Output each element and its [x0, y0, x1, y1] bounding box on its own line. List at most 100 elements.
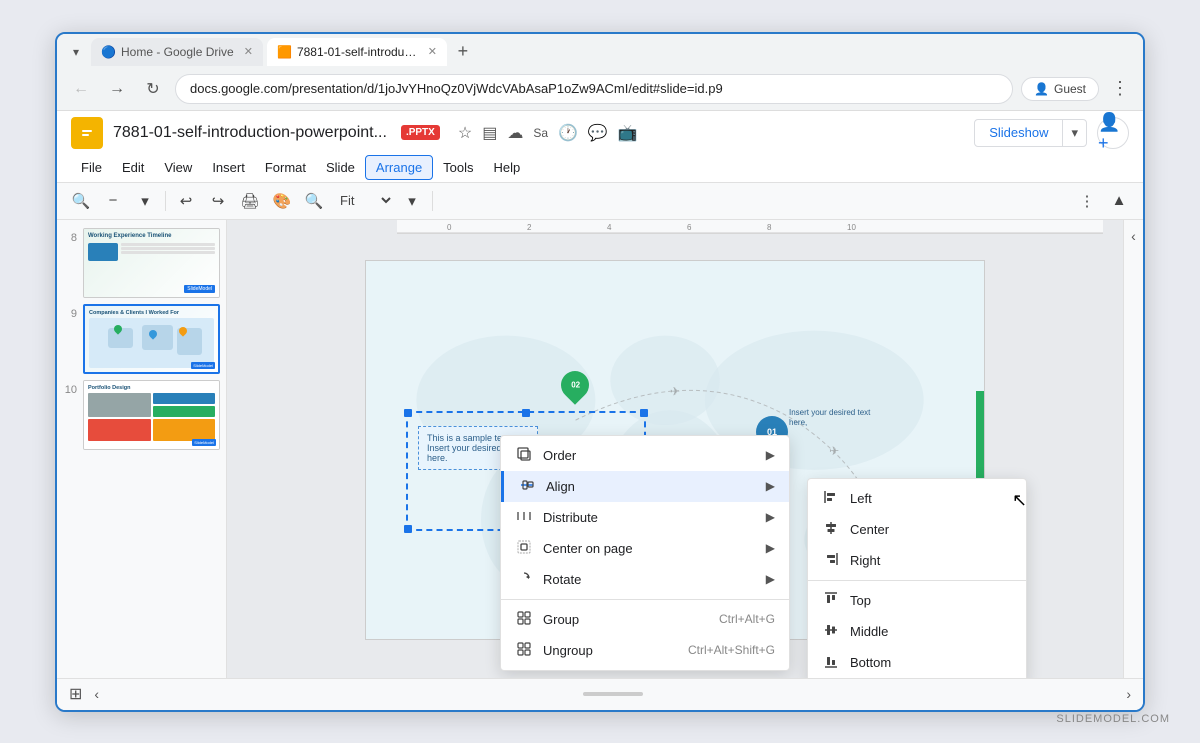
- menu-tools[interactable]: Tools: [433, 156, 483, 179]
- tab-drive-close-icon[interactable]: ✕: [244, 45, 253, 58]
- slide-thumb-9[interactable]: 9 Companies & Clients I Worked For: [63, 304, 220, 374]
- zoom-select[interactable]: Fit 50% 75% 100%: [332, 190, 394, 211]
- slides-favicon-icon: 🟧: [277, 45, 291, 59]
- align-right-label: Right: [850, 553, 1012, 568]
- zoom-fit-caret[interactable]: ▾: [398, 187, 426, 215]
- grid-view-button[interactable]: ⊞: [69, 684, 82, 704]
- order-arrow-icon: ▶: [766, 448, 775, 462]
- menu-item-center-on-page[interactable]: Center on page ▶: [501, 533, 789, 564]
- menu-help[interactable]: Help: [484, 156, 531, 179]
- align-arrow-icon: ▶: [766, 479, 775, 493]
- menu-format[interactable]: Format: [255, 156, 316, 179]
- pptx-badge: .PPTX: [401, 125, 440, 140]
- align-label: Align: [546, 479, 756, 494]
- guest-icon: 👤: [1034, 82, 1049, 96]
- align-center-label: Center: [850, 522, 1012, 537]
- align-bottom-item[interactable]: Bottom: [808, 647, 1026, 678]
- expand-panel-button[interactable]: ›: [1126, 686, 1131, 702]
- menu-item-rotate[interactable]: Rotate ▶: [501, 564, 789, 595]
- forward-button[interactable]: →: [103, 75, 131, 103]
- menu-item-group[interactable]: Group Ctrl+Alt+G: [501, 604, 789, 635]
- star-icon[interactable]: ☆: [458, 123, 472, 143]
- align-left-item[interactable]: Left: [808, 483, 1026, 514]
- svg-text:0: 0: [447, 223, 452, 232]
- address-input[interactable]: [175, 74, 1013, 104]
- slides-app-icon: [71, 117, 103, 149]
- drive-icon[interactable]: ▤: [482, 123, 497, 143]
- ungroup-shortcut: Ctrl+Alt+Shift+G: [688, 643, 775, 657]
- slide-num-8: 8: [63, 232, 77, 244]
- center-on-page-icon: [515, 540, 533, 557]
- group-label: Group: [543, 612, 709, 627]
- tab-dropdown[interactable]: ▾: [65, 41, 87, 63]
- chrome-more-button[interactable]: ⋮: [1107, 74, 1133, 103]
- slide-img-10[interactable]: Portfolio Design SlideModel: [83, 380, 220, 450]
- refresh-button[interactable]: ↻: [139, 75, 167, 103]
- print-button[interactable]: 🖨: [236, 187, 264, 215]
- menu-item-ungroup[interactable]: Ungroup Ctrl+Alt+Shift+G: [501, 635, 789, 666]
- menu-slide[interactable]: Slide: [316, 156, 365, 179]
- menu-edit[interactable]: Edit: [112, 156, 154, 179]
- slide-panel: 8 Working Experience Timeline Slid: [57, 220, 227, 678]
- slideshow-caret-icon[interactable]: ▾: [1062, 120, 1086, 146]
- menu-item-align[interactable]: Align ▶: [501, 471, 789, 502]
- guest-label: Guest: [1054, 82, 1086, 96]
- group-shortcut: Ctrl+Alt+G: [719, 612, 775, 626]
- tab-slides[interactable]: 🟧 7881-01-self-introduction-pow... ✕: [267, 38, 447, 66]
- comment-icon[interactable]: 💬: [588, 123, 608, 143]
- ungroup-icon: [515, 642, 533, 659]
- collapse-panel-button[interactable]: ‹: [94, 686, 99, 702]
- menu-file[interactable]: File: [71, 156, 112, 179]
- redo-button[interactable]: ↪: [204, 187, 232, 215]
- slide-img-8[interactable]: Working Experience Timeline SlideModel: [83, 228, 220, 298]
- align-top-icon: [822, 592, 840, 609]
- align-submenu: Left Center Right: [807, 478, 1027, 678]
- search-toolbar-button[interactable]: 🔍: [67, 187, 95, 215]
- align-middle-item[interactable]: Middle: [808, 616, 1026, 647]
- rotate-icon: [515, 571, 533, 588]
- group-icon: [515, 611, 533, 628]
- slideshow-button[interactable]: Slideshow ▾: [974, 119, 1087, 147]
- collapse-toolbar-button[interactable]: ▲: [1105, 187, 1133, 215]
- order-icon: [515, 447, 533, 464]
- new-tab-button[interactable]: +: [451, 40, 475, 64]
- save-status: Sa: [533, 126, 548, 140]
- svg-text:10: 10: [847, 223, 856, 232]
- rotate-arrow-icon: ▶: [766, 572, 775, 586]
- align-center-item[interactable]: Center: [808, 514, 1026, 545]
- bottom-bar: ⊞ ‹ ›: [57, 678, 1143, 710]
- menu-item-order[interactable]: Order ▶: [501, 440, 789, 471]
- align-right-item[interactable]: Right: [808, 545, 1026, 576]
- slide-num-9: 9: [63, 308, 77, 320]
- more-options-button[interactable]: ⋮: [1073, 187, 1101, 215]
- paint-format-button[interactable]: 🎨: [268, 187, 296, 215]
- slide-img-9[interactable]: Companies & Clients I Worked For: [83, 304, 220, 374]
- text-box-2[interactable]: Insert your desired text here,: [781, 401, 891, 433]
- align-icon: [518, 478, 536, 495]
- text-box-2-content: Insert your desired text here,: [789, 408, 870, 427]
- align-top-item[interactable]: Top: [808, 585, 1026, 616]
- align-middle-icon: [822, 623, 840, 640]
- menu-item-distribute[interactable]: Distribute ▶: [501, 502, 789, 533]
- distribute-label: Distribute: [543, 510, 756, 525]
- slide-thumb-8[interactable]: 8 Working Experience Timeline Slid: [63, 228, 220, 298]
- menu-view[interactable]: View: [154, 156, 202, 179]
- history-icon[interactable]: 🕐: [558, 123, 578, 143]
- slide-num-10: 10: [63, 384, 77, 396]
- undo-button[interactable]: ↩: [172, 187, 200, 215]
- present-icon[interactable]: 📺: [618, 123, 638, 143]
- menu-insert[interactable]: Insert: [202, 156, 255, 179]
- tab-slides-close-icon[interactable]: ✕: [428, 45, 437, 58]
- zoom-fit-button[interactable]: 🔍: [300, 187, 328, 215]
- zoom-out-button[interactable]: −: [99, 187, 127, 215]
- menu-arrange[interactable]: Arrange: [365, 155, 433, 180]
- tab-drive[interactable]: 🔵 Home - Google Drive ✕: [91, 38, 263, 66]
- guest-button[interactable]: 👤 Guest: [1021, 77, 1099, 101]
- add-people-button[interactable]: 👤+: [1097, 117, 1129, 149]
- right-panel-toggle[interactable]: ‹: [1123, 220, 1143, 678]
- cloud-icon[interactable]: ☁: [507, 123, 523, 143]
- slide-thumb-10[interactable]: 10 Portfolio Design S: [63, 380, 220, 450]
- back-button[interactable]: ←: [67, 75, 95, 103]
- zoom-dropdown-button[interactable]: ▾: [131, 187, 159, 215]
- menu-bar: File Edit View Insert Format Slide Arran…: [71, 153, 1129, 182]
